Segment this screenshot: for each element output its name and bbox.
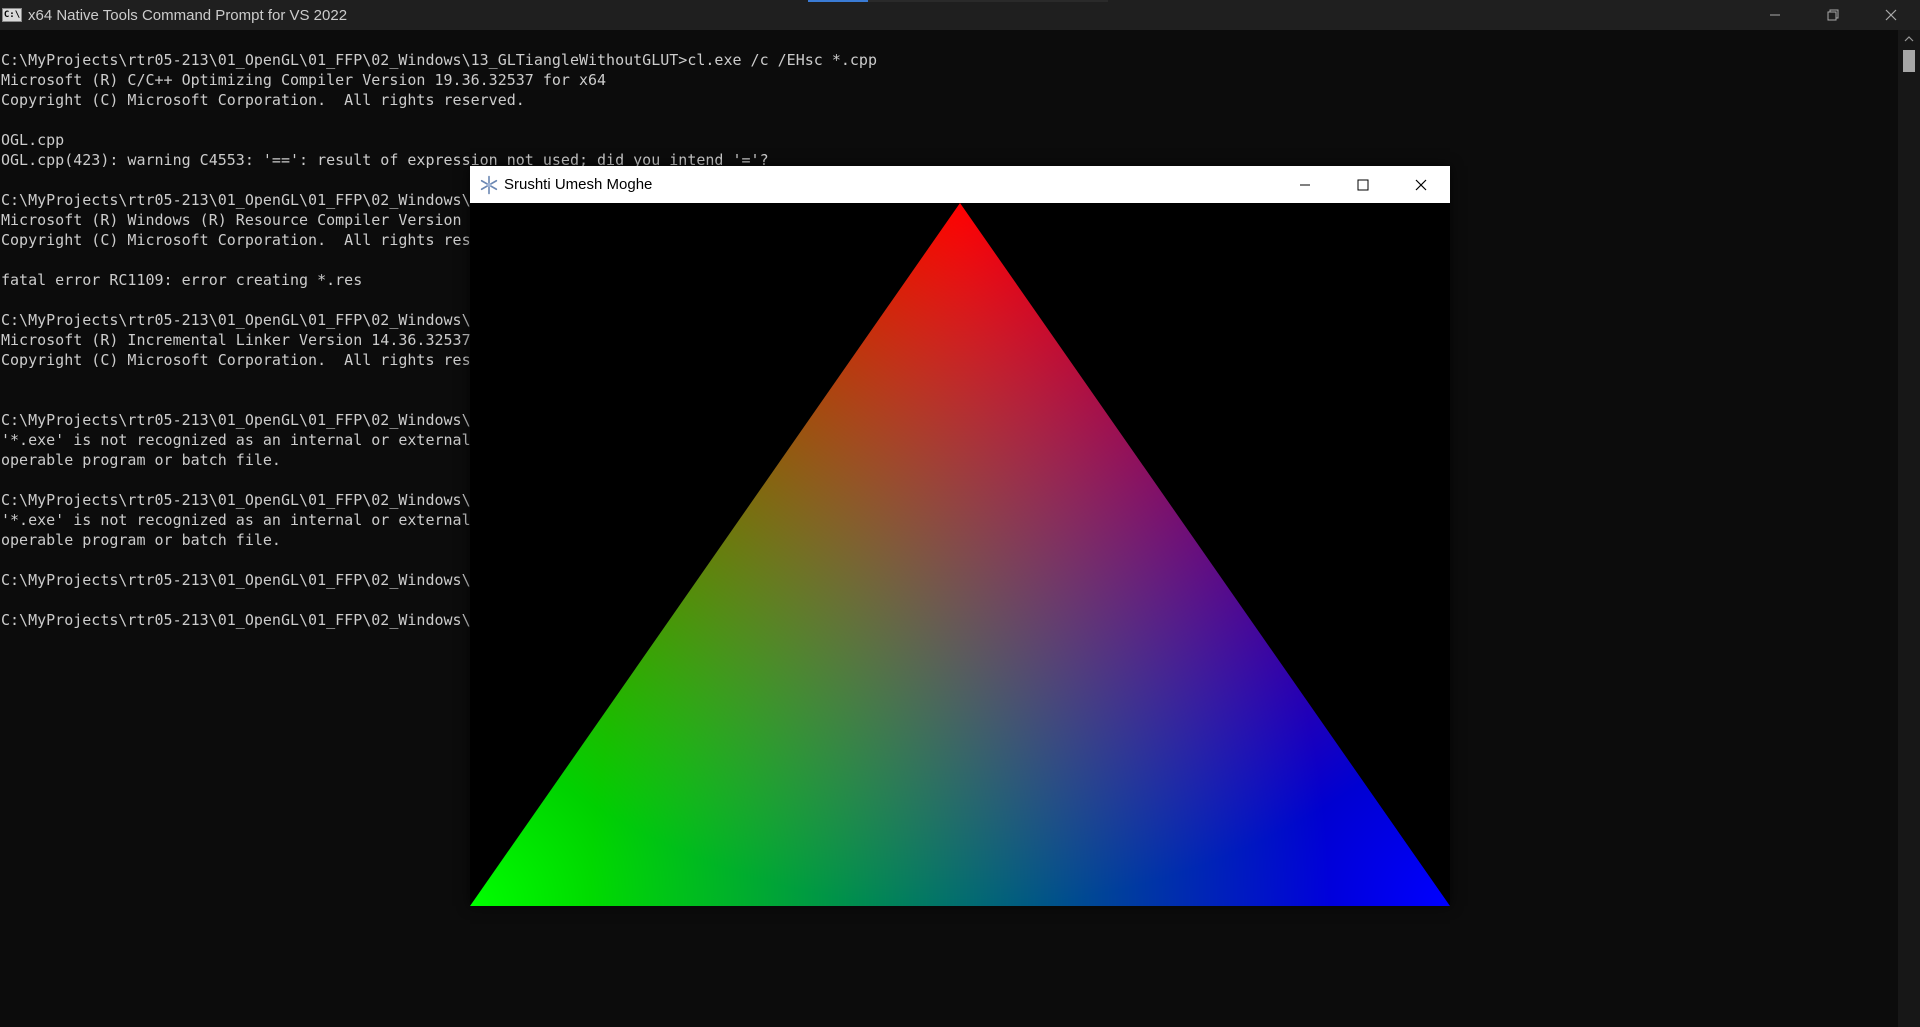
console-line: Copyright (C) Microsoft Corporation. All… bbox=[1, 351, 471, 369]
opengl-maximize-button[interactable] bbox=[1334, 166, 1392, 203]
maximize-icon bbox=[1357, 179, 1369, 190]
snowflake-icon bbox=[480, 175, 498, 194]
console-line: OGL.cpp bbox=[1, 131, 65, 149]
opengl-window-controls bbox=[1276, 166, 1450, 203]
console-line: operable program or batch file. bbox=[1, 451, 281, 469]
console-line: Microsoft (R) Windows (R) Resource Compi… bbox=[1, 211, 462, 229]
opengl-minimize-button[interactable] bbox=[1276, 166, 1334, 203]
console-line: C:\MyProjects\rtr05-213\01_OpenGL\01_FFP… bbox=[1, 191, 471, 209]
console-line: Microsoft (R) Incremental Linker Version… bbox=[1, 331, 471, 349]
console-window-controls bbox=[1746, 0, 1920, 30]
rgb-triangle bbox=[470, 203, 1450, 906]
console-titlebar[interactable]: C:\ x64 Native Tools Command Prompt for … bbox=[0, 0, 1920, 30]
console-restore-button[interactable] bbox=[1804, 0, 1862, 30]
console-line: C:\MyProjects\rtr05-213\01_OpenGL\01_FFP… bbox=[1, 491, 471, 509]
console-line: C:\MyProjects\rtr05-213\01_OpenGL\01_FFP… bbox=[1, 311, 471, 329]
minimize-icon bbox=[1770, 14, 1780, 16]
console-app-icon: C:\ bbox=[2, 8, 22, 22]
console-minimize-button[interactable] bbox=[1746, 0, 1804, 30]
console-line: operable program or batch file. bbox=[1, 531, 281, 549]
scrollbar-thumb[interactable] bbox=[1903, 50, 1915, 72]
opengl-window-title: Srushti Umesh Moghe bbox=[504, 176, 653, 193]
console-scrollbar[interactable] bbox=[1898, 30, 1920, 1027]
console-line: C:\MyProjects\rtr05-213\01_OpenGL\01_FFP… bbox=[1, 611, 471, 629]
console-tab-indicator bbox=[808, 0, 1108, 2]
console-active-tab-marker bbox=[808, 0, 868, 2]
console-line: fatal error RC1109: error creating *.res bbox=[1, 271, 363, 289]
console-window-title: x64 Native Tools Command Prompt for VS 2… bbox=[28, 6, 348, 24]
console-line: C:\MyProjects\rtr05-213\01_OpenGL\01_FFP… bbox=[1, 51, 877, 69]
console-line: Microsoft (R) C/C++ Optimizing Compiler … bbox=[1, 71, 607, 89]
console-line: Copyright (C) Microsoft Corporation. All… bbox=[1, 91, 525, 109]
console-line: '*.exe' is not recognized as an internal… bbox=[1, 431, 471, 449]
restore-icon bbox=[1827, 9, 1839, 21]
opengl-titlebar[interactable]: Srushti Umesh Moghe bbox=[470, 166, 1450, 203]
console-line: C:\MyProjects\rtr05-213\01_OpenGL\01_FFP… bbox=[1, 571, 471, 589]
console-line: Copyright (C) Microsoft Corporation. All… bbox=[1, 231, 471, 249]
console-close-button[interactable] bbox=[1862, 0, 1920, 30]
close-icon bbox=[1415, 179, 1427, 190]
console-line: '*.exe' is not recognized as an internal… bbox=[1, 511, 471, 529]
triangle-blue-vertex-shading bbox=[470, 203, 1450, 906]
minimize-icon bbox=[1300, 184, 1310, 185]
scroll-up-arrow-icon[interactable] bbox=[1904, 34, 1914, 44]
console-line: C:\MyProjects\rtr05-213\01_OpenGL\01_FFP… bbox=[1, 411, 471, 429]
opengl-render-area[interactable] bbox=[470, 203, 1450, 906]
close-icon bbox=[1885, 9, 1897, 21]
opengl-window[interactable]: Srushti Umesh Moghe bbox=[470, 166, 1450, 906]
opengl-close-button[interactable] bbox=[1392, 166, 1450, 203]
